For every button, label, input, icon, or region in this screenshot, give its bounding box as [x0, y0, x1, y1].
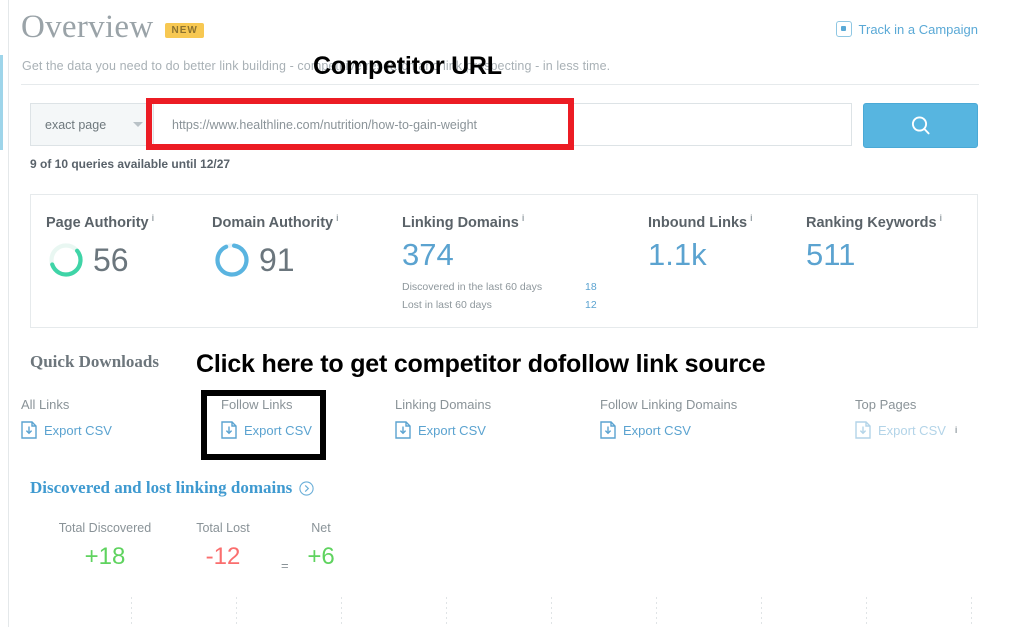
export-csv-linking-domains[interactable]: Export CSV [395, 421, 491, 439]
overview-page: Overview NEW Get the data you need to do… [9, 0, 1024, 627]
export-csv-follow-linking-domains[interactable]: Export CSV [600, 421, 737, 439]
download-label: Top Pages [855, 397, 917, 412]
track-in-campaign-link[interactable]: Track in a Campaign [835, 21, 978, 37]
stat-label: Total Lost [196, 521, 250, 535]
stat-net: Net +6 [287, 521, 355, 571]
export-csv-top-pages[interactable]: Export CSV i [855, 421, 957, 439]
sub-value: 18 [585, 280, 597, 293]
metric-label: Ranking Keywords i [806, 213, 942, 231]
page-authority-value: 56 [93, 241, 129, 278]
quick-downloads-title: Quick Downloads [30, 352, 159, 371]
metric-label-text: Ranking Keywords [806, 214, 937, 231]
inbound-links-value: 1.1k [648, 236, 707, 272]
chart-gridline [446, 597, 447, 627]
download-all-links: All Links Export CSV [21, 397, 112, 439]
sidebar-edge [0, 0, 9, 627]
download-file-icon [21, 421, 37, 439]
sub-label: Lost in last 60 days [402, 298, 492, 311]
stat-total-discovered: Total Discovered +18 [41, 521, 169, 571]
linking-domains-value: 374 [402, 236, 454, 272]
new-badge: NEW [164, 23, 204, 38]
info-icon[interactable]: i [955, 425, 958, 435]
sub-value: 12 [585, 298, 597, 311]
export-csv-label: Export CSV [44, 422, 112, 438]
metric-linking-domains: Linking Domains i 374 Discovered in the l… [402, 213, 597, 311]
metric-label: Domain Authority i [212, 213, 339, 231]
metric-label-text: Inbound Links [648, 214, 748, 231]
linking-domains-discovered-row: Discovered in the last 60 days 18 [402, 281, 597, 293]
download-label: Follow Linking Domains [600, 397, 738, 412]
chevron-down-icon [133, 122, 143, 127]
export-csv-label: Export CSV [418, 422, 486, 438]
download-label: All Links [21, 397, 70, 412]
stat-value: -12 [205, 543, 241, 570]
stat-value: +6 [307, 543, 335, 570]
page-header: Overview NEW [21, 8, 204, 46]
chart-gridline [551, 597, 552, 627]
chart-gridline [866, 597, 867, 627]
annotation-redbox-url-field [146, 98, 574, 150]
download-file-icon [855, 421, 871, 439]
metric-label: Inbound Links i [648, 213, 753, 231]
metric-label-text: Page Authority [46, 214, 149, 231]
download-file-icon [600, 421, 616, 439]
info-icon[interactable]: i [152, 213, 155, 223]
download-top-pages: Top Pages Export CSV i [855, 397, 957, 439]
discovered-section-title[interactable]: Discovered and lost linking domains [30, 478, 314, 498]
download-file-icon [395, 421, 411, 439]
stat-value: +18 [84, 543, 126, 570]
metric-label: Linking Domains i [402, 213, 597, 231]
chart-gridline [971, 597, 972, 627]
metric-page-authority: Page Authority i 56 [46, 213, 154, 280]
domain-authority-value: 91 [259, 241, 295, 278]
page-authority-ring [49, 243, 83, 277]
magnifier-icon [911, 115, 930, 134]
chart-gridline [341, 597, 342, 627]
query-quota-text: 9 of 10 queries available until 12/27 [30, 157, 231, 171]
search-button[interactable] [863, 103, 978, 148]
sub-label: Discovered in the last 60 days [402, 280, 543, 293]
info-icon[interactable]: i [750, 213, 753, 223]
scope-select[interactable]: exact page [30, 103, 153, 146]
export-csv-all-links[interactable]: Export CSV [21, 421, 112, 439]
metric-inbound-links: Inbound Links i 1.1k [648, 213, 753, 272]
add-square-icon [835, 21, 852, 37]
metric-ranking-keywords: Ranking Keywords i 511 [806, 213, 942, 272]
header-divider [21, 84, 979, 85]
download-follow-linking-domains: Follow Linking Domains Export CSV [600, 397, 737, 439]
sidebar-active-indicator [0, 55, 3, 150]
export-csv-label: Export CSV [623, 422, 691, 438]
info-icon[interactable]: i [522, 213, 525, 223]
info-icon[interactable]: i [940, 213, 943, 223]
chart-gridline [761, 597, 762, 627]
metric-domain-authority: Domain Authority i 91 [212, 213, 339, 280]
annotation-blackbox-follow-links [201, 390, 326, 460]
chart-gridline [236, 597, 237, 627]
metric-label-text: Domain Authority [212, 214, 334, 231]
chart-gridline [131, 597, 132, 627]
ranking-keywords-value: 511 [806, 236, 856, 272]
chart-gridline [656, 597, 657, 627]
annotation-click-here: Click here to get competitor dofollow li… [196, 350, 766, 378]
metrics-card: Page Authority i 56 Domain Authority i 9… [30, 194, 978, 328]
stat-label: Total Discovered [58, 521, 152, 535]
app-root: Overview NEW Get the data you need to do… [0, 0, 1024, 627]
chevron-circle-icon [299, 480, 314, 496]
page-title: Overview [21, 9, 154, 45]
linking-domains-lost-row: Lost in last 60 days 12 [402, 299, 597, 311]
stat-label: Net [311, 521, 331, 535]
metric-label: Page Authority i [46, 213, 154, 231]
metric-label-text: Linking Domains [402, 214, 519, 231]
download-label: Linking Domains [395, 397, 492, 412]
download-linking-domains: Linking Domains Export CSV [395, 397, 491, 439]
discovered-title-text: Discovered and lost linking domains [30, 478, 293, 497]
info-icon[interactable]: i [336, 213, 339, 223]
track-in-campaign-label: Track in a Campaign [858, 21, 978, 37]
domain-authority-ring [215, 243, 249, 277]
scope-select-value: exact page [45, 117, 107, 132]
stat-total-lost: Total Lost -12 [173, 521, 273, 571]
export-csv-label: Export CSV [878, 422, 946, 438]
annotation-competitor-url: Competitor URL [313, 52, 502, 80]
